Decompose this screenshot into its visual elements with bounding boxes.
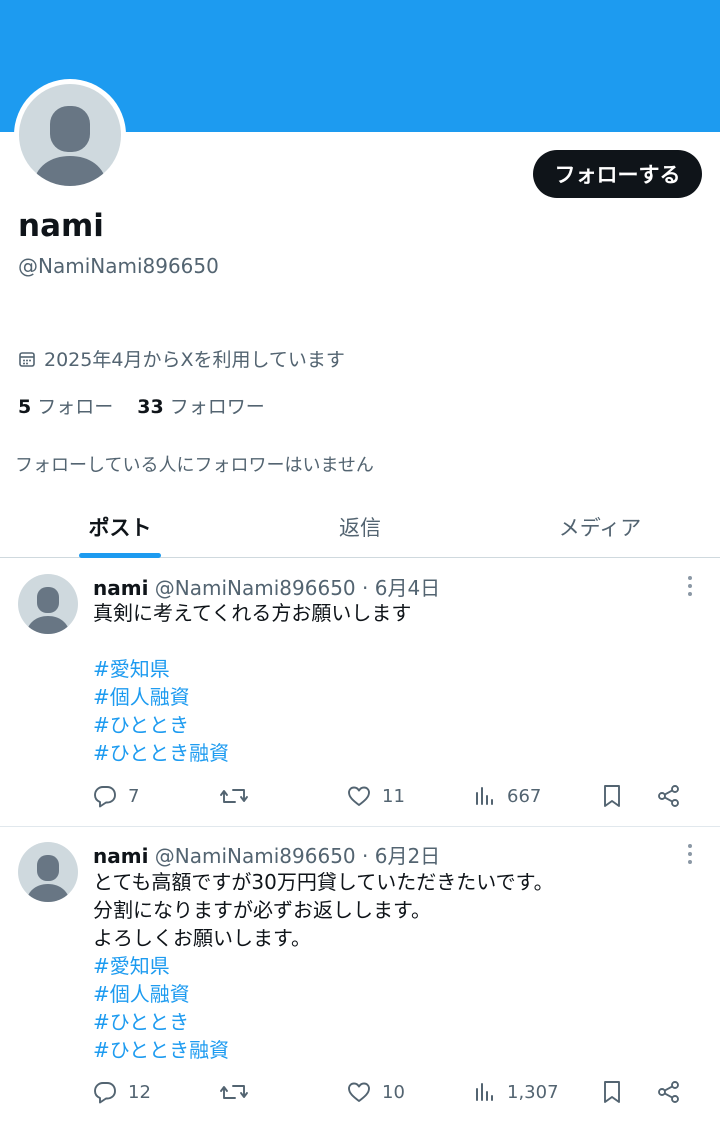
- post-text-line: とても高額ですが30万円貸していただきたいです。: [93, 870, 554, 894]
- hashtag-link[interactable]: #ひととき: [93, 1008, 554, 1036]
- reply-button[interactable]: 7: [92, 781, 139, 811]
- follow-button[interactable]: フォローする: [533, 150, 702, 198]
- post-date[interactable]: · 6月4日: [362, 576, 440, 600]
- hashtag-link[interactable]: #個人融資: [93, 980, 554, 1008]
- reply-count: 12: [128, 1081, 151, 1103]
- post-date[interactable]: · 6月2日: [362, 844, 440, 868]
- bookmark-icon: [600, 783, 624, 809]
- profile-handle: @NamiNami896650: [18, 254, 219, 278]
- share-icon: [656, 1079, 682, 1105]
- like-button[interactable]: 11: [346, 781, 405, 811]
- like-count: 11: [382, 785, 405, 807]
- hashtag-link[interactable]: #ひととき融資: [93, 739, 411, 767]
- bookmark-button[interactable]: [600, 1077, 624, 1107]
- repost-button[interactable]: [219, 1077, 249, 1107]
- repost-button[interactable]: [219, 781, 249, 811]
- bookmark-button[interactable]: [600, 781, 624, 811]
- share-button[interactable]: [656, 781, 682, 811]
- like-button[interactable]: 10: [346, 1077, 405, 1107]
- views-chart-icon: [473, 1079, 497, 1105]
- profile-tabs: ポスト 返信 メディア: [0, 496, 720, 558]
- share-icon: [656, 783, 682, 809]
- tab-replies[interactable]: 返信: [240, 496, 480, 558]
- following-link[interactable]: 5 フォロー: [18, 392, 113, 419]
- hashtag-link[interactable]: #愛知県: [93, 655, 411, 683]
- reply-icon: [92, 783, 118, 809]
- post-author-handle[interactable]: @NamiNami896650: [155, 844, 356, 868]
- share-button[interactable]: [656, 1077, 682, 1107]
- post-avatar[interactable]: [18, 842, 78, 902]
- profile-display-name: nami: [18, 208, 104, 244]
- like-count: 10: [382, 1081, 405, 1103]
- views-chart-icon: [473, 783, 497, 809]
- followers-label: フォロワー: [169, 396, 265, 418]
- calendar-icon: [18, 350, 36, 368]
- default-avatar-icon: [19, 84, 121, 186]
- follow-counts: 5 フォロー 33 フォロワー: [18, 392, 265, 419]
- post-author-handle[interactable]: @NamiNami896650: [155, 576, 356, 600]
- post-text-line: 真剣に考えてくれる方お願いします: [93, 601, 412, 625]
- hashtag-link[interactable]: #ひととき融資: [93, 1036, 554, 1064]
- more-options-icon[interactable]: [680, 842, 700, 866]
- post-actions: 7 11 667: [92, 781, 692, 811]
- tab-posts[interactable]: ポスト: [0, 496, 240, 558]
- bookmark-icon: [600, 1079, 624, 1105]
- post-text: 真剣に考えてくれる方お願いします #愛知県 #個人融資 #ひととき #ひととき融…: [93, 599, 411, 767]
- post-item[interactable]: nami @NamiNami896650 · 6月4日 真剣に考えてくれる方お願…: [0, 558, 720, 826]
- reply-count: 7: [128, 785, 140, 807]
- joined-date: 2025年4月からXを利用しています: [18, 345, 345, 372]
- followers-count: 33: [137, 396, 164, 418]
- post-author-name[interactable]: nami: [93, 576, 148, 600]
- view-count: 1,307: [507, 1081, 559, 1103]
- post-author-name[interactable]: nami: [93, 844, 148, 868]
- following-count: 5: [18, 396, 32, 418]
- post-text: とても高額ですが30万円貸していただきたいです。 分割になりますが必ずお返ししま…: [93, 868, 554, 1064]
- profile-avatar[interactable]: [14, 79, 126, 191]
- hashtag-link[interactable]: #愛知県: [93, 952, 554, 980]
- repost-icon: [219, 783, 249, 809]
- post-item[interactable]: nami @NamiNami896650 · 6月2日 とても高額ですが30万円…: [0, 827, 720, 1122]
- post-actions: 12 10 1,307: [92, 1077, 692, 1107]
- post-header: nami @NamiNami896650 · 6月2日: [93, 840, 440, 869]
- reply-icon: [92, 1079, 118, 1105]
- reply-button[interactable]: 12: [92, 1077, 151, 1107]
- heart-icon: [346, 783, 372, 809]
- followers-link[interactable]: 33 フォロワー: [137, 392, 264, 419]
- following-label: フォロー: [37, 396, 114, 418]
- post-text-line: 分割になりますが必ずお返しします。: [93, 898, 431, 922]
- tab-media[interactable]: メディア: [480, 496, 720, 558]
- joined-text: 2025年4月からXを利用しています: [44, 349, 345, 371]
- repost-icon: [219, 1079, 249, 1105]
- post-avatar[interactable]: [18, 574, 78, 634]
- more-options-icon[interactable]: [680, 574, 700, 598]
- views-button[interactable]: 1,307: [473, 1077, 559, 1107]
- no-mutual-followers-text: フォローしている人にフォロワーはいません: [15, 455, 374, 476]
- post-text-line: よろしくお願いします。: [93, 926, 311, 950]
- view-count: 667: [507, 785, 542, 807]
- heart-icon: [346, 1079, 372, 1105]
- hashtag-link[interactable]: #個人融資: [93, 683, 411, 711]
- views-button[interactable]: 667: [473, 781, 541, 811]
- hashtag-link[interactable]: #ひととき: [93, 711, 411, 739]
- post-header: nami @NamiNami896650 · 6月4日: [93, 572, 440, 601]
